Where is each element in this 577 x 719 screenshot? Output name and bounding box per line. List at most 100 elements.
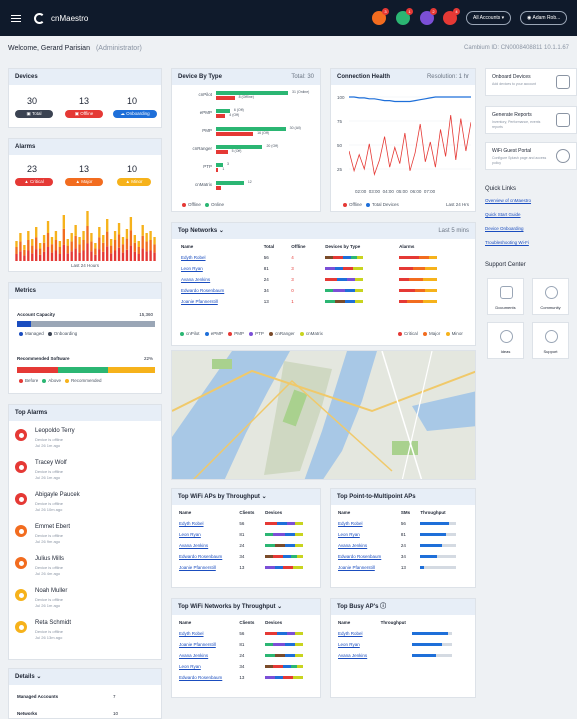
alarms-minor-chip[interactable]: ▲ Minor — [117, 178, 151, 186]
col-header[interactable]: SMs — [398, 507, 417, 518]
network-notification-icon[interactable]: 1 — [396, 8, 413, 25]
wifi-guest-portal-action[interactable]: WiFi Guest Portal Configure Splash page … — [485, 142, 577, 170]
table-row[interactable]: Edyth Robel 56 — [176, 518, 316, 529]
ap-link[interactable]: Edwardo Rosenbaum — [179, 675, 222, 680]
col-header[interactable]: Throughput — [378, 617, 471, 628]
ap-link[interactable]: Leon Ryan — [338, 532, 360, 537]
col-header[interactable]: Devices — [262, 617, 316, 628]
ap-link[interactable]: Joanie Pfannerstill — [179, 565, 216, 570]
table-row[interactable]: Edyth Robel 56 4 — [178, 252, 470, 263]
table-row[interactable]: Leon Ryan 34 — [176, 661, 316, 672]
user-menu[interactable]: ◉ Adam Rob... — [520, 11, 568, 25]
table-row[interactable]: Edwardo Rosenbaum 34 0 — [178, 285, 470, 296]
ap-link[interactable]: Joanie Pfannerstill — [338, 565, 375, 570]
table-row[interactable]: Leon Ryan 81 — [335, 529, 471, 540]
top-networks-title[interactable]: Top Networks ⌄ Last 5 mins — [172, 223, 475, 239]
ap-link[interactable]: Leon Ryan — [338, 642, 360, 647]
alarm-list-item[interactable]: Tracey Wolf Device is offline Jul 26 1m ag… — [15, 457, 161, 487]
ideas-tile[interactable]: Ideas — [487, 322, 524, 359]
col-header[interactable]: Name — [176, 507, 236, 518]
col-header[interactable]: Throughput — [417, 507, 471, 518]
support-tile[interactable]: Support — [532, 322, 569, 359]
col-header[interactable]: Clients — [236, 617, 262, 628]
offline-bar[interactable] — [216, 132, 254, 136]
quick-link[interactable]: Troubleshooting Wi-Fi — [485, 240, 529, 245]
table-row[interactable]: Edyth Robel 56 — [176, 628, 316, 639]
alarm-list-item[interactable]: Noah Muller Device is offline Jul 26 1m ag… — [15, 585, 161, 615]
details-title[interactable]: Details ⌄ — [9, 669, 161, 685]
col-header[interactable]: Name — [178, 241, 261, 252]
table-row[interactable]: Leon Ryan 81 — [176, 529, 316, 540]
table-row[interactable]: Joanie Pfannerstill 13 1 — [178, 296, 470, 307]
col-header[interactable]: Offline — [288, 241, 322, 252]
generate-reports-action[interactable]: Generate Reports Inventory, Performance,… — [485, 106, 577, 134]
alarm-list-item[interactable]: Julius Mills Device is offline Jul 26 4m a… — [15, 553, 161, 583]
col-header[interactable]: Devices by Type — [322, 241, 396, 252]
network-link[interactable]: Avana Jenkins — [181, 277, 210, 282]
col-header[interactable]: Total — [261, 241, 289, 252]
alarm-list-item[interactable]: Abigayle Paucek Device is offline Jul 26 1… — [15, 489, 161, 519]
alarms-major-chip[interactable]: ▲ Major — [65, 178, 103, 186]
onboard-devices-action[interactable]: Onboard Devices Add devices to your acco… — [485, 68, 577, 96]
col-header[interactable]: Name — [335, 507, 398, 518]
alarm-list-item[interactable]: Leopoldo Terry Device is offline Jul 26 1m… — [15, 425, 161, 455]
offline-bar[interactable] — [216, 186, 221, 190]
network-link[interactable]: Joanie Pfannerstill — [181, 299, 218, 304]
online-bar[interactable] — [216, 181, 244, 185]
table-row[interactable]: Joanie Pfannerstill 13 — [176, 562, 316, 573]
network-link[interactable]: Edwardo Rosenbaum — [181, 288, 224, 293]
table-row[interactable]: Joanie Pfannerstill 13 — [335, 562, 471, 573]
top-wifi-networks-title[interactable]: Top WiFi Networks by Throughput ⌄ — [172, 599, 320, 615]
ap-link[interactable]: Avana Jenkins — [338, 653, 367, 658]
col-header[interactable]: Alarms — [396, 241, 470, 252]
table-row[interactable]: Leon Ryan — [335, 639, 471, 650]
col-header[interactable]: Name — [176, 617, 236, 628]
alert-notification-icon[interactable]: 4 — [443, 8, 460, 25]
col-header[interactable]: Clients — [236, 507, 262, 518]
table-row[interactable]: Edyth Robel — [335, 628, 471, 639]
ap-link[interactable]: Edyth Robel — [338, 631, 363, 636]
table-row[interactable]: Avana Jenkins — [335, 650, 471, 661]
network-map[interactable] — [171, 350, 476, 480]
ap-link[interactable]: Joanie Pfannerstill — [179, 642, 216, 647]
info-icon[interactable]: ⓘ — [380, 604, 386, 610]
col-header[interactable]: Devices — [262, 507, 316, 518]
hamburger-menu-icon[interactable] — [11, 15, 21, 22]
ap-link[interactable]: Edyth Robel — [179, 631, 204, 636]
alarms-critical-chip[interactable]: ▲ Critical — [15, 178, 53, 186]
ap-link[interactable]: Edyth Robel — [338, 521, 363, 526]
ap-link[interactable]: Edwardo Rosenbaum — [179, 554, 222, 559]
devices-onboarding-chip[interactable]: ☁ Onboarding — [113, 110, 157, 118]
ap-link[interactable]: Avana Jenkins — [179, 653, 208, 658]
ap-link[interactable]: Avana Jenkins — [179, 543, 208, 548]
online-bar[interactable] — [216, 109, 230, 113]
alarm-list-item[interactable]: Emmet Ebert Device is offline Jul 26 9m ag… — [15, 521, 161, 551]
offline-bar[interactable] — [216, 168, 219, 172]
community-tile[interactable]: Community — [532, 278, 569, 315]
ap-link[interactable]: Avana Jenkins — [338, 543, 367, 548]
devices-offline-chip[interactable]: ▣ Offline — [65, 110, 103, 118]
alarm-list-item[interactable]: Reta Schmidt Device is offline Jul 26 13m … — [15, 617, 161, 647]
table-row[interactable]: Edwardo Rosenbaum 34 — [176, 551, 316, 562]
table-row[interactable]: Avana Jenkins 24 — [335, 540, 471, 551]
col-header[interactable]: Name — [335, 617, 378, 628]
offline-bar[interactable] — [216, 150, 228, 154]
table-row[interactable]: Leon Ryan 81 3 — [178, 263, 470, 274]
quick-link[interactable]: Overview of cnMaestro — [485, 198, 531, 203]
table-row[interactable]: Avana Jenkins 24 3 — [178, 274, 470, 285]
account-selector[interactable]: All Accounts ▾ — [466, 11, 512, 25]
ap-link[interactable]: Leon Ryan — [179, 664, 201, 669]
critical-alarm-notification-icon[interactable]: 3 — [372, 8, 389, 25]
table-row[interactable]: Avana Jenkins 24 — [176, 540, 316, 551]
network-link[interactable]: Leon Ryan — [181, 266, 203, 271]
ap-link[interactable]: Edwardo Rosenbaum — [338, 554, 381, 559]
device-notification-icon[interactable]: 2 — [420, 8, 437, 25]
devices-total-chip[interactable]: ▣ Total — [15, 110, 53, 118]
offline-bar[interactable] — [216, 96, 235, 100]
table-row[interactable]: Joanie Pfannerstill 81 — [176, 639, 316, 650]
quick-link[interactable]: Quick Start Guide — [485, 212, 521, 217]
online-bar[interactable] — [216, 127, 286, 131]
network-link[interactable]: Edyth Robel — [181, 255, 206, 260]
ap-link[interactable]: Edyth Robel — [179, 521, 204, 526]
ap-link[interactable]: Leon Ryan — [179, 532, 201, 537]
